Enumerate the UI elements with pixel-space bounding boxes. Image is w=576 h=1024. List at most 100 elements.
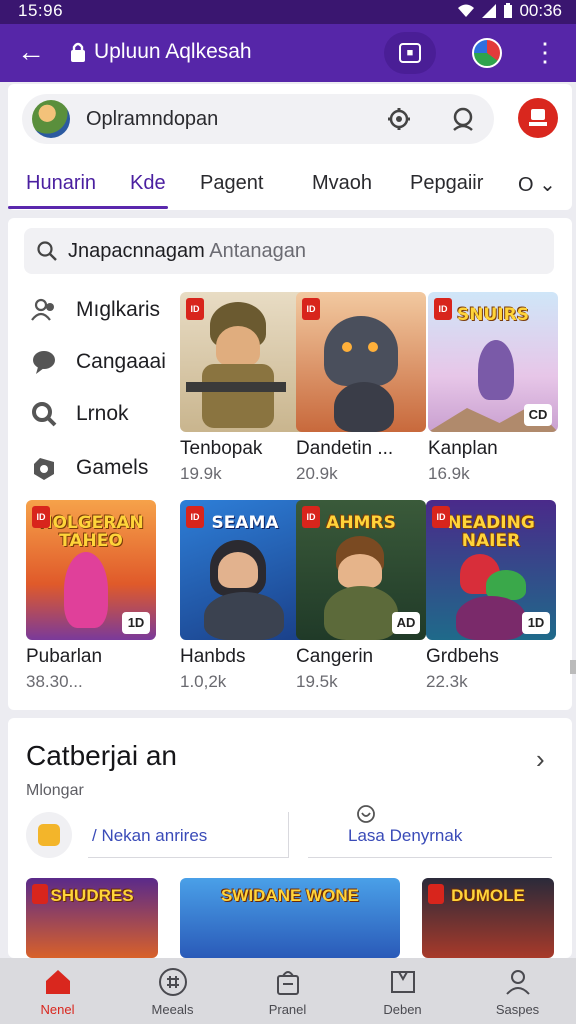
category-chip[interactable]: / Nekan anrires (88, 812, 288, 858)
chat-icon (33, 351, 55, 374)
nav-item-deben[interactable]: Deben (345, 958, 460, 1024)
tab-hunarin[interactable]: Hunarin (26, 172, 96, 195)
game-count: 19.9k (180, 464, 222, 483)
sidebar-item-users[interactable]: Mıglkaris (30, 290, 180, 330)
scroll-peek (570, 660, 576, 674)
game-thumbnail: AHMRS ID AD (296, 500, 426, 640)
signal-icon (482, 4, 497, 18)
game-count: 19.5k (296, 672, 338, 691)
tab-switcher-button[interactable]: ■ (384, 32, 436, 74)
sidebar-item-label: Cangaaai (76, 350, 166, 373)
tab-pagent[interactable]: Pagent (200, 172, 263, 195)
status-time: 15:96 (18, 1, 64, 20)
category-icon[interactable] (26, 812, 72, 858)
chip-divider (288, 812, 289, 858)
category-chip[interactable]: Lasa Denyrnak (308, 805, 552, 858)
profile-avatar[interactable] (472, 38, 502, 68)
active-tab-indicator (8, 206, 168, 209)
game-badge: ID (32, 506, 50, 528)
battery-icon (504, 3, 513, 18)
status-bar: 15:96 00:36 (0, 0, 576, 24)
book-icon (391, 971, 415, 993)
grid-circle-icon (159, 968, 187, 996)
app-bar: ← Upluun Aqlkesah ■ ⋮ (0, 24, 576, 82)
chip-label: Lasa Denyrnak (348, 826, 463, 845)
lock-icon (71, 42, 85, 62)
game-corner-badge: 1D (522, 612, 550, 634)
game-name: Cangerin (296, 646, 374, 667)
game-corner-badge: AD (392, 612, 420, 634)
sidebar-item-search[interactable]: Lrnok (30, 394, 180, 434)
game-count: 22.3k (426, 672, 468, 691)
tab-mvaoh[interactable]: Mvaoh (312, 172, 372, 195)
store-button[interactable] (518, 98, 558, 138)
section-title: Catberjai an (26, 740, 177, 771)
category-thumbnail[interactable]: DUMOLE (422, 878, 554, 958)
game-badge: ID (432, 506, 450, 528)
game-thumbnail: ID (180, 292, 310, 432)
more-menu-icon[interactable]: ⋮ (532, 36, 558, 70)
tab-bar: Hunarin Kde Pagent Mvaoh Pepgaiir O ⌄ (8, 164, 572, 209)
gear-icon[interactable] (386, 106, 412, 132)
nav-item-saspes[interactable]: Saspes (460, 958, 575, 1024)
game-name: Dandetin ... (296, 438, 394, 459)
bag-icon (277, 971, 299, 995)
top-card: Oplramndopan Hunarin Kde Pagent Mvaoh Pe… (8, 84, 572, 210)
chevron-down-icon: ⌄ (533, 174, 556, 196)
game-thumbnail: SEAMA ID (180, 500, 310, 640)
search-placeholder: Oplramndopan (86, 108, 219, 130)
game-badge: ID (186, 506, 204, 528)
home-icon (46, 970, 70, 994)
game-name: Pubarlan (26, 646, 103, 667)
section-subtitle: Mlongar (26, 782, 84, 799)
nav-item-pranel[interactable]: Pranel (230, 958, 345, 1024)
search-value: Jnapacnnagam (68, 240, 205, 262)
tab-more[interactable]: O ⌄ (518, 172, 556, 197)
url-text[interactable]: Upluun Aqlkesah (94, 40, 252, 64)
search-icon (37, 241, 57, 261)
game-count: 1.0,2k (180, 672, 227, 691)
game-count: 16.9k (428, 464, 470, 483)
game-badge: ID (302, 506, 320, 528)
game-name: Tenbopak (180, 438, 263, 459)
search-text: Jnapacnnagam Antanagan (68, 240, 306, 263)
sidebar-item-games[interactable]: Gamels (30, 448, 180, 488)
game-badge: ID (186, 298, 204, 320)
sidebar-item-label: Lrnok (76, 402, 129, 425)
game-banner: DUMOLE (451, 886, 525, 905)
search-input[interactable]: Jnapacnnagam Antanagan (24, 228, 554, 274)
users-icon (31, 298, 54, 321)
gamepad-icon (34, 458, 54, 480)
user-avatar[interactable] (32, 100, 70, 138)
folder-icon (38, 824, 60, 846)
game-corner-badge: 1D (122, 612, 150, 634)
game-name: Grdbehs (426, 646, 499, 667)
nav-item-home[interactable]: Nenel (0, 958, 115, 1024)
search-bar[interactable]: Oplramndopan (22, 94, 494, 144)
game-thumbnail: NOLGERAN TAHEO ID 1D (26, 500, 156, 640)
account-icon[interactable] (450, 106, 476, 132)
store-icon (529, 109, 547, 126)
nav-label: Deben (383, 1002, 422, 1017)
status-icons: 00:36 (457, 1, 562, 21)
main-card: Jnapacnnagam Antanagan Mıglkaris Cangaaa… (8, 218, 572, 710)
sidebar-item-label: Gamels (76, 456, 149, 479)
status-clock-right: 00:36 (519, 1, 562, 20)
tab-pepgaiir[interactable]: Pepgaiir (410, 172, 483, 195)
tab-more-label: O (518, 174, 534, 196)
back-arrow-icon[interactable]: ← (14, 36, 48, 70)
game-banner: SHUDRES (50, 886, 134, 905)
search-icon (32, 402, 57, 427)
sidebar-item-chat[interactable]: Cangaaai (30, 342, 180, 382)
game-thumbnail: NEADING NAIER ID 1D (426, 500, 556, 640)
game-banner: SWIDANE WONE (221, 886, 359, 905)
nav-item-meeals[interactable]: Meeals (115, 958, 230, 1024)
tab-kde[interactable]: Kde (130, 172, 166, 195)
chip-label: / Nekan anrires (92, 826, 208, 845)
category-thumbnail[interactable]: SWIDANE WONE (180, 878, 400, 958)
wifi-icon (458, 4, 475, 17)
game-name: Hanbds (180, 646, 246, 667)
category-thumbnail[interactable]: SHUDRES (26, 878, 158, 958)
chevron-right-icon[interactable]: › (536, 744, 545, 775)
category-card: Catberjai an › Mlongar / Nekan anrires L… (8, 718, 572, 958)
